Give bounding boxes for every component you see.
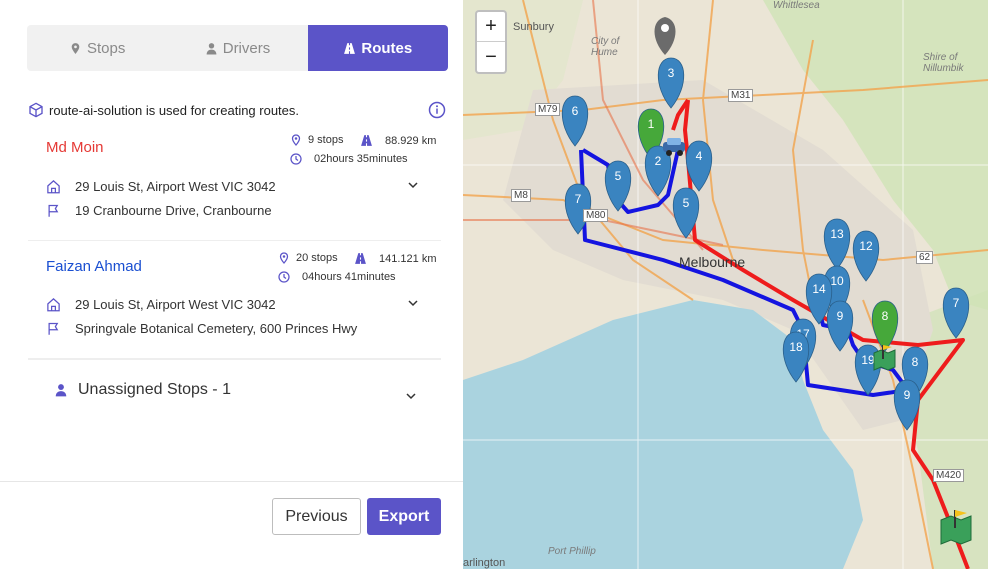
- marker-label: 18: [789, 340, 803, 354]
- tab-routes-label: Routes: [361, 39, 413, 57]
- duration-text: 02hours 35minutes: [314, 153, 408, 165]
- stops-text: 9 stops: [308, 134, 344, 146]
- ai-notice: route-ai-solution is used for creating r…: [28, 100, 446, 120]
- map-label-melbourne: Melbourne: [679, 254, 746, 270]
- home-icon: [47, 180, 60, 194]
- tab-bar: Stops Drivers Routes: [27, 25, 448, 71]
- route-card[interactable]: Md Moin 9 stops 88.929 km 02hours 35minu…: [28, 123, 441, 241]
- clock-icon: [278, 271, 290, 283]
- marker-label: 6: [572, 104, 579, 118]
- ai-notice-text: route-ai-solution is used for creating r…: [49, 102, 300, 118]
- chevron-down-icon[interactable]: [405, 390, 417, 402]
- marker-label: 12: [859, 239, 873, 253]
- end-address: Springvale Botanical Cemetery, 600 Princ…: [46, 321, 357, 336]
- unassigned-label: Unassigned Stops - 1: [78, 380, 231, 398]
- distance: 88.929 km: [360, 134, 436, 147]
- driver-name: Md Moin: [46, 139, 104, 156]
- start-address: 29 Louis St, Airport West VIC 3042: [46, 179, 276, 194]
- stops-count: 20 stops: [278, 252, 338, 264]
- duration: 04hours 41minutes: [278, 271, 396, 283]
- map-label-hume: City of Hume: [591, 36, 620, 58]
- distance: 141.121 km: [354, 252, 436, 265]
- flag-icon: [48, 204, 59, 217]
- marker-label: 13: [830, 227, 844, 241]
- road-shield-m8: M8: [511, 189, 531, 202]
- home-icon: [47, 298, 60, 312]
- tab-drivers-label: Drivers: [222, 39, 271, 57]
- routes-panel: Stops Drivers Routes route-ai-solution i…: [0, 0, 463, 569]
- marker-label: 10: [830, 274, 844, 288]
- road-shield-m420: M420: [933, 469, 965, 482]
- start-address-text: 29 Louis St, Airport West VIC 3042: [75, 297, 276, 312]
- driver-name: Faizan Ahmad: [46, 258, 142, 275]
- road-icon: [361, 135, 372, 146]
- user-icon: [206, 42, 217, 54]
- end-address-text: Springvale Botanical Cemetery, 600 Princ…: [75, 321, 358, 336]
- road-shield-m31: M31: [728, 89, 754, 102]
- duration: 02hours 35minutes: [290, 153, 408, 165]
- chevron-down-icon[interactable]: [407, 297, 419, 309]
- marker-label: 14: [812, 282, 826, 296]
- start-address-text: 29 Louis St, Airport West VIC 3042: [75, 179, 276, 194]
- zoom-in-button[interactable]: +: [477, 12, 505, 42]
- zoom-control: + −: [475, 10, 507, 74]
- distance-text: 141.121 km: [379, 252, 437, 265]
- marker-label: 3: [668, 66, 675, 80]
- marker-label: 1: [648, 117, 655, 131]
- marker-label: 9: [837, 309, 844, 323]
- tab-routes[interactable]: Routes: [307, 25, 448, 71]
- route-card[interactable]: Faizan Ahmad 20 stops 141.121 km 04hours…: [28, 241, 441, 359]
- chevron-down-icon[interactable]: [407, 179, 419, 191]
- tab-stops[interactable]: Stops: [27, 25, 167, 71]
- map-pin-icon: [71, 42, 80, 54]
- tab-stops-label: Stops: [86, 39, 126, 57]
- marker-label: 5: [615, 169, 622, 183]
- map-label-nillumbik: Shire of Nillumbik: [923, 52, 964, 74]
- cube-icon: [29, 102, 43, 118]
- road-icon: [355, 253, 366, 264]
- distance-text: 88.929 km: [385, 134, 437, 147]
- road-shield-62: 62: [916, 251, 934, 264]
- map-label-whittlesea: Whittlesea: [773, 0, 820, 11]
- info-icon[interactable]: [428, 101, 446, 119]
- road-shield-m79: M79: [535, 103, 561, 116]
- map-label-darlington: arlington: [463, 557, 506, 569]
- marker-label: 7: [953, 296, 960, 310]
- stops-count: 9 stops: [290, 134, 343, 146]
- footer-divider: [0, 481, 463, 482]
- route-map[interactable]: 316245751312101498717181989 Sunbury Whit…: [463, 0, 988, 569]
- end-address: 19 Cranbourne Drive, Cranbourne: [46, 203, 272, 218]
- map-label-sunbury: Sunbury: [513, 21, 554, 33]
- route-list: Md Moin 9 stops 88.929 km 02hours 35minu…: [28, 123, 441, 419]
- marker-label: 5: [683, 196, 690, 210]
- previous-button[interactable]: Previous: [272, 498, 361, 535]
- marker-label: 9: [904, 388, 911, 402]
- duration-text: 04hours 41minutes: [302, 271, 396, 283]
- location-icon: [279, 252, 289, 264]
- map-canvas[interactable]: 316245751312101498717181989: [463, 0, 988, 569]
- end-address-text: 19 Cranbourne Drive, Cranbourne: [75, 203, 272, 218]
- stops-text: 20 stops: [296, 252, 338, 264]
- marker-label: 19: [861, 353, 875, 367]
- clock-icon: [290, 153, 302, 165]
- tab-drivers[interactable]: Drivers: [167, 25, 307, 71]
- marker-label: 2: [655, 154, 662, 168]
- road-shield-m80: M80: [583, 209, 609, 222]
- zoom-out-button[interactable]: −: [477, 42, 505, 72]
- flag-icon: [48, 322, 59, 335]
- location-icon: [291, 134, 301, 146]
- export-button[interactable]: Export: [367, 498, 441, 535]
- map-label-port-phillip: Port Phillip: [548, 546, 596, 557]
- marker-label: 8: [882, 309, 889, 323]
- marker-label: 8: [912, 355, 919, 369]
- road-icon: [344, 42, 356, 54]
- marker-label: 4: [696, 149, 703, 163]
- marker-label: 7: [575, 192, 582, 206]
- start-address: 29 Louis St, Airport West VIC 3042: [46, 297, 276, 312]
- user-icon: [55, 383, 67, 396]
- unassigned-stops[interactable]: Unassigned Stops - 1: [28, 359, 441, 419]
